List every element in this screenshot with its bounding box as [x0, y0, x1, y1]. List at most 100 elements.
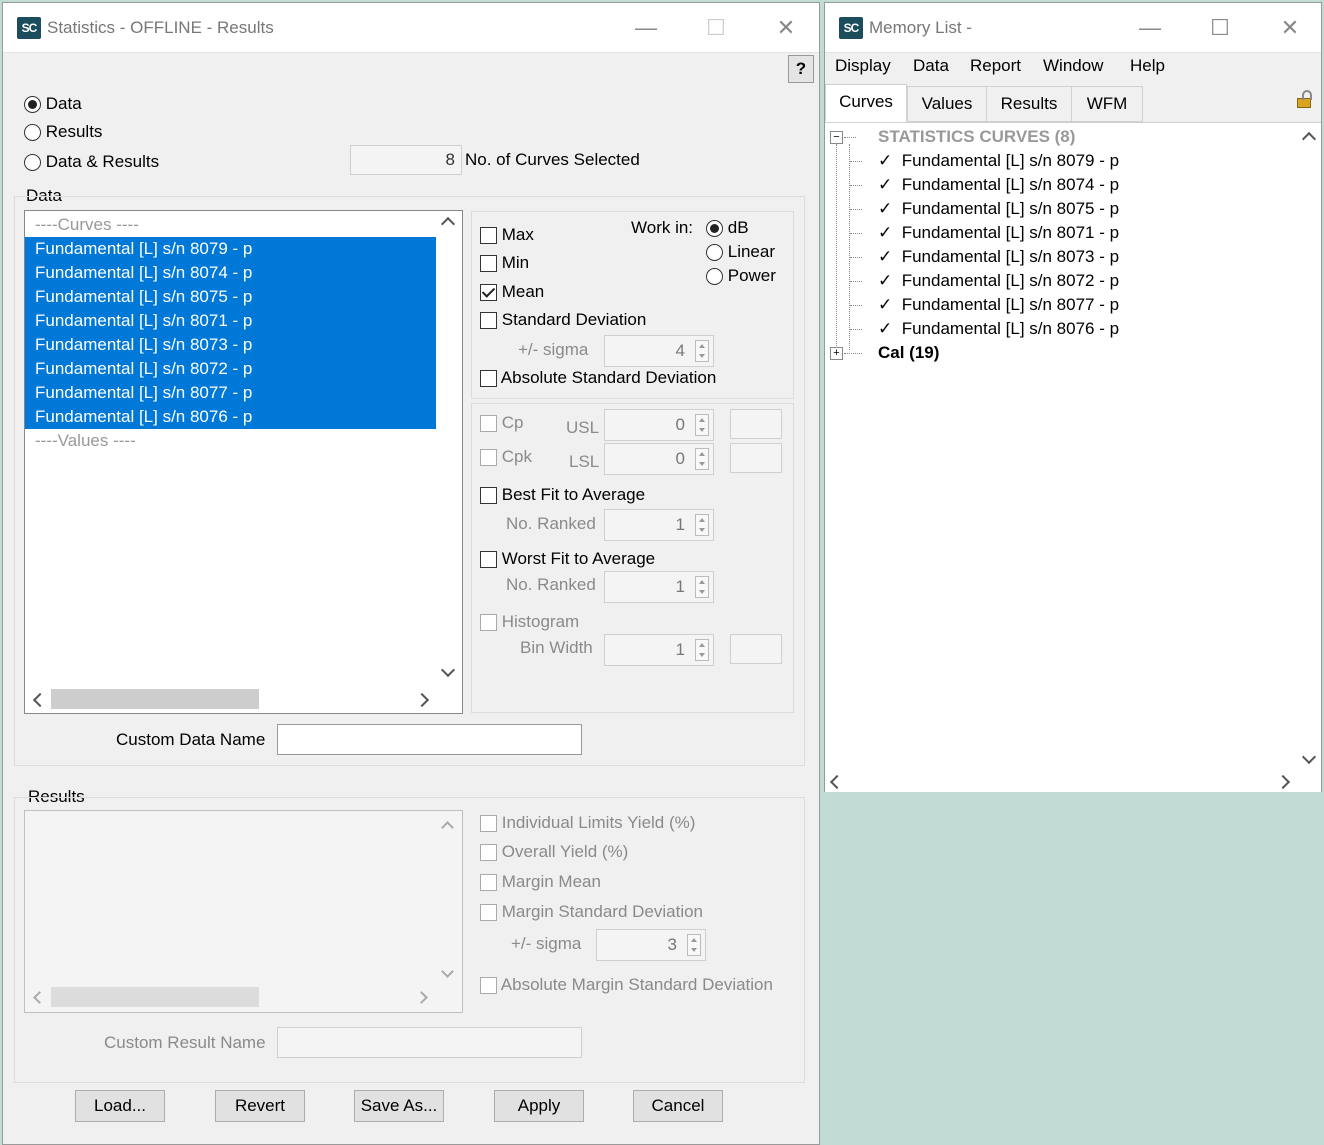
spin-arrows-icon[interactable]	[695, 576, 709, 598]
tree-item[interactable]: ✓ Fundamental [L] s/n 8074 - p	[878, 173, 1119, 197]
tab-values[interactable]: Values	[907, 86, 987, 122]
apply-button[interactable]: Apply	[494, 1090, 584, 1122]
menu-help[interactable]: Help	[1130, 56, 1165, 76]
list-item[interactable]: Fundamental [L] s/n 8074 - p	[25, 261, 436, 285]
list-item[interactable]: Fundamental [L] s/n 8072 - p	[25, 357, 436, 381]
spin-arrows-icon[interactable]	[695, 340, 709, 362]
custom-data-name-input[interactable]	[277, 724, 582, 755]
spin-arrows-icon[interactable]	[695, 514, 709, 536]
tree-item[interactable]: ✓ Fundamental [L] s/n 8071 - p	[878, 221, 1119, 245]
spin-arrows-icon[interactable]	[687, 934, 701, 956]
scroll-left-icon[interactable]	[33, 991, 46, 1004]
stddev-checkbox[interactable]: Standard Deviation	[480, 310, 646, 330]
maximize-button[interactable]: ☐	[681, 3, 751, 53]
scroll-thumb[interactable]	[51, 987, 259, 1007]
list-item[interactable]: Fundamental [L] s/n 8071 - p	[25, 309, 436, 333]
scroll-down-icon[interactable]	[441, 965, 454, 978]
revert-button[interactable]: Revert	[215, 1090, 305, 1122]
sigma-stepper[interactable]: 4	[604, 335, 714, 367]
scroll-thumb[interactable]	[51, 689, 259, 709]
scroll-right-icon[interactable]	[415, 991, 428, 1004]
best-fit-label: Best Fit to Average	[501, 485, 646, 504]
tree-line	[850, 305, 862, 306]
worst-ranked-stepper[interactable]: 1	[604, 571, 714, 603]
help-button[interactable]: ?	[788, 55, 814, 83]
results-list[interactable]	[24, 810, 463, 1013]
tree-root-statistics-curves[interactable]: STATISTICS CURVES (8)	[878, 125, 1075, 149]
cancel-button[interactable]: Cancel	[633, 1090, 723, 1122]
checkbox-icon	[480, 487, 497, 505]
bin-width-value: 1	[675, 640, 685, 659]
tab-results[interactable]: Results	[986, 86, 1072, 122]
spin-arrows-icon[interactable]	[695, 414, 709, 436]
close-button[interactable]: ✕	[1255, 3, 1324, 53]
best-ranked-stepper[interactable]: 1	[604, 509, 714, 541]
tab-wfm[interactable]: WFM	[1071, 86, 1143, 122]
vertical-scrollbar[interactable]	[436, 211, 462, 687]
tree-item[interactable]: ✓ Fundamental [L] s/n 8072 - p	[878, 269, 1119, 293]
data-list[interactable]: ----Curves ---- Fundamental [L] s/n 8079…	[24, 210, 463, 714]
custom-result-name-input[interactable]	[277, 1027, 582, 1058]
lock-icon[interactable]	[1295, 90, 1313, 108]
check-icon: ✓	[878, 151, 893, 170]
close-button[interactable]: ✕	[751, 3, 821, 53]
tree-item[interactable]: ✓ Fundamental [L] s/n 8075 - p	[878, 197, 1119, 221]
list-item[interactable]: Fundamental [L] s/n 8073 - p	[25, 333, 436, 357]
list-item[interactable]: Fundamental [L] s/n 8079 - p	[25, 237, 436, 261]
load-button[interactable]: Load...	[75, 1090, 165, 1122]
histogram-checkbox[interactable]: Histogram	[480, 612, 579, 632]
tree-item[interactable]: ✓ Fundamental [L] s/n 8073 - p	[878, 245, 1119, 269]
minimize-button[interactable]: —	[1115, 3, 1185, 53]
minimize-button[interactable]: —	[611, 3, 681, 53]
mode-radio-data-results[interactable]: Data & Results	[24, 152, 159, 172]
scroll-down-icon[interactable]	[440, 662, 456, 678]
abs-margin-stddev-checkbox[interactable]: Absolute Margin Standard Deviation	[480, 975, 773, 995]
tree-root-cal[interactable]: Cal (19)	[878, 341, 939, 365]
work-in-power-radio[interactable]: Power	[706, 266, 776, 286]
worst-fit-checkbox[interactable]: Worst Fit to Average	[480, 549, 655, 569]
horizontal-scrollbar[interactable]	[25, 687, 436, 713]
list-item[interactable]: Fundamental [L] s/n 8075 - p	[25, 285, 436, 309]
tree-collapse-icon[interactable]: −	[830, 131, 843, 144]
scroll-up-icon[interactable]	[440, 216, 456, 232]
margin-sigma-stepper[interactable]: 3	[596, 929, 706, 961]
tree-expand-icon[interactable]: +	[830, 347, 843, 360]
cpk-checkbox[interactable]: Cpk	[480, 447, 532, 467]
work-in-db-radio[interactable]: dB	[706, 218, 749, 238]
memory-titlebar: SC Memory List - — ☐ ✕	[825, 3, 1321, 53]
margin-mean-checkbox[interactable]: Margin Mean	[480, 872, 601, 892]
menu-window[interactable]: Window	[1043, 56, 1103, 76]
maximize-button[interactable]: ☐	[1185, 3, 1255, 53]
scroll-right-icon[interactable]	[414, 692, 430, 708]
cp-checkbox[interactable]: Cp	[480, 413, 523, 433]
bin-width-stepper[interactable]: 1	[604, 634, 714, 666]
margin-stddev-checkbox[interactable]: Margin Standard Deviation	[480, 902, 703, 922]
spin-arrows-icon[interactable]	[695, 639, 709, 661]
best-fit-checkbox[interactable]: Best Fit to Average	[480, 485, 645, 505]
app-logo-icon: SC	[839, 16, 863, 39]
work-in-linear-radio[interactable]: Linear	[706, 242, 775, 262]
lsl-stepper[interactable]: 0	[604, 443, 714, 475]
scroll-left-icon[interactable]	[32, 692, 48, 708]
spin-arrows-icon[interactable]	[695, 448, 709, 470]
tab-curves[interactable]: Curves	[825, 84, 907, 122]
scroll-up-icon[interactable]	[441, 821, 454, 834]
list-item[interactable]: Fundamental [L] s/n 8076 - p	[25, 405, 436, 429]
usl-stepper[interactable]: 0	[604, 409, 714, 441]
list-item[interactable]: Fundamental [L] s/n 8077 - p	[25, 381, 436, 405]
menu-display[interactable]: Display	[835, 56, 891, 76]
tree-item[interactable]: ✓ Fundamental [L] s/n 8076 - p	[878, 317, 1119, 341]
tree-item[interactable]: ✓ Fundamental [L] s/n 8077 - p	[878, 293, 1119, 317]
abs-stddev-checkbox[interactable]: Absolute Standard Deviation	[480, 368, 716, 388]
overall-yield-checkbox[interactable]: Overall Yield (%)	[480, 842, 628, 862]
mode-radio-results[interactable]: Results	[24, 122, 102, 142]
min-checkbox[interactable]: Min	[480, 253, 529, 273]
menu-data[interactable]: Data	[913, 56, 949, 76]
menu-report[interactable]: Report	[970, 56, 1021, 76]
individual-yield-checkbox[interactable]: Individual Limits Yield (%)	[480, 813, 695, 833]
max-checkbox[interactable]: Max	[480, 225, 534, 245]
save-as-button[interactable]: Save As...	[354, 1090, 444, 1122]
tree-item[interactable]: ✓ Fundamental [L] s/n 8079 - p	[878, 149, 1119, 173]
mode-radio-data[interactable]: Data	[24, 94, 82, 114]
mean-checkbox[interactable]: Mean	[480, 282, 544, 302]
